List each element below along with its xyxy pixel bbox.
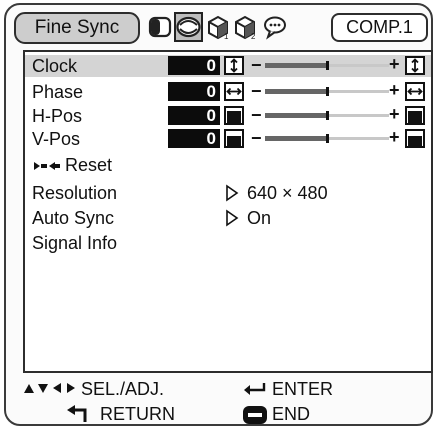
menu-item-label: V-Pos	[32, 129, 81, 149]
menu-item-h-pos[interactable]: H-Pos 0 − +	[25, 104, 431, 127]
slider-plus: +	[389, 80, 400, 100]
slider-minus: −	[251, 55, 262, 75]
return-label: RETURN	[100, 404, 175, 424]
menu-item-phase[interactable]: Phase 0 − +	[25, 80, 431, 103]
footer-legend: SEL./ADJ. ENTER RETURN END	[6, 376, 431, 428]
menu-list: Clock 0 − + Phase 0 − + H-Pos 0 − + V-Po…	[23, 50, 433, 373]
slider-fill	[265, 63, 327, 68]
language-icon[interactable]	[262, 14, 288, 40]
menu-item-auto-sync[interactable]: Auto Sync On	[25, 207, 431, 229]
h-position-icon	[405, 106, 425, 125]
menu-item-label: Clock	[32, 56, 78, 76]
tab-fine-sync[interactable]: Fine Sync	[14, 12, 140, 44]
menu-item-clock[interactable]: Clock 0 − +	[25, 54, 431, 77]
menu-item-label: Resolution	[32, 183, 118, 203]
slider-knob[interactable]	[326, 134, 329, 143]
pointer-arrow-icon	[226, 184, 239, 202]
v-pos-value: 0	[168, 129, 220, 148]
v-position-icon	[405, 129, 425, 148]
menu-item-reset[interactable]: Reset	[25, 154, 431, 176]
phase-icon	[224, 82, 244, 101]
phase-slider[interactable]	[265, 87, 389, 96]
menu-item-resolution: Resolution 640 × 480	[25, 182, 431, 204]
reset-icon	[34, 162, 60, 170]
sel-adj-label: SEL./ADJ.	[81, 379, 165, 399]
slider-minus: −	[251, 128, 262, 148]
arrow-keys-icon	[24, 383, 75, 393]
slider-knob[interactable]	[326, 111, 329, 120]
menu-item-label: Auto Sync	[32, 208, 115, 228]
slider-knob[interactable]	[326, 61, 329, 70]
slider-fill	[265, 136, 327, 141]
menu-item-label: Phase	[32, 82, 84, 102]
phase-icon	[405, 82, 425, 101]
auto-sync-value: On	[247, 208, 272, 228]
menu-item-label: Reset	[65, 155, 113, 175]
slider-minus: −	[251, 105, 262, 125]
slider-fill	[265, 113, 327, 118]
enter-label: ENTER	[272, 379, 334, 399]
h-pos-value: 0	[168, 106, 220, 125]
h-position-icon	[224, 106, 244, 125]
v-pos-slider[interactable]	[265, 134, 389, 143]
pointer-arrow-icon	[226, 209, 239, 227]
input-source-badge: COMP.1	[331, 13, 428, 42]
menu-item-v-pos[interactable]: V-Pos 0 − +	[25, 127, 431, 150]
slider-plus: +	[389, 104, 400, 124]
svg-text:2: 2	[251, 32, 256, 40]
menu-item-signal-info[interactable]: Signal Info	[25, 232, 431, 254]
slider-plus: +	[389, 127, 400, 147]
menu-end-icon	[243, 406, 267, 424]
return-icon	[67, 405, 87, 422]
clock-slider[interactable]	[265, 61, 389, 70]
fine-sync-icon[interactable]	[174, 12, 203, 42]
slider-plus: +	[389, 54, 400, 74]
osd-menu-panel: Fine Sync 1 2 COMP.1 Clock 0 − + Phase 0…	[4, 3, 433, 426]
svg-text:1: 1	[224, 32, 229, 40]
options1-icon[interactable]: 1	[205, 14, 231, 40]
h-pos-slider[interactable]	[265, 111, 389, 120]
enter-icon	[244, 383, 266, 395]
slider-fill	[265, 89, 327, 94]
clock-value: 0	[168, 56, 220, 75]
v-position-icon	[224, 129, 244, 148]
slider-knob[interactable]	[326, 87, 329, 96]
picture-icon[interactable]	[147, 14, 173, 40]
clock-width-icon	[405, 56, 425, 75]
menu-item-label: Signal Info	[32, 233, 118, 253]
end-label: END	[272, 404, 311, 424]
phase-value: 0	[168, 82, 220, 101]
clock-width-icon	[224, 56, 244, 75]
menu-item-label: H-Pos	[32, 106, 83, 126]
resolution-value: 640 × 480	[247, 183, 328, 203]
options2-icon[interactable]: 2	[232, 14, 258, 40]
slider-minus: −	[251, 81, 262, 101]
